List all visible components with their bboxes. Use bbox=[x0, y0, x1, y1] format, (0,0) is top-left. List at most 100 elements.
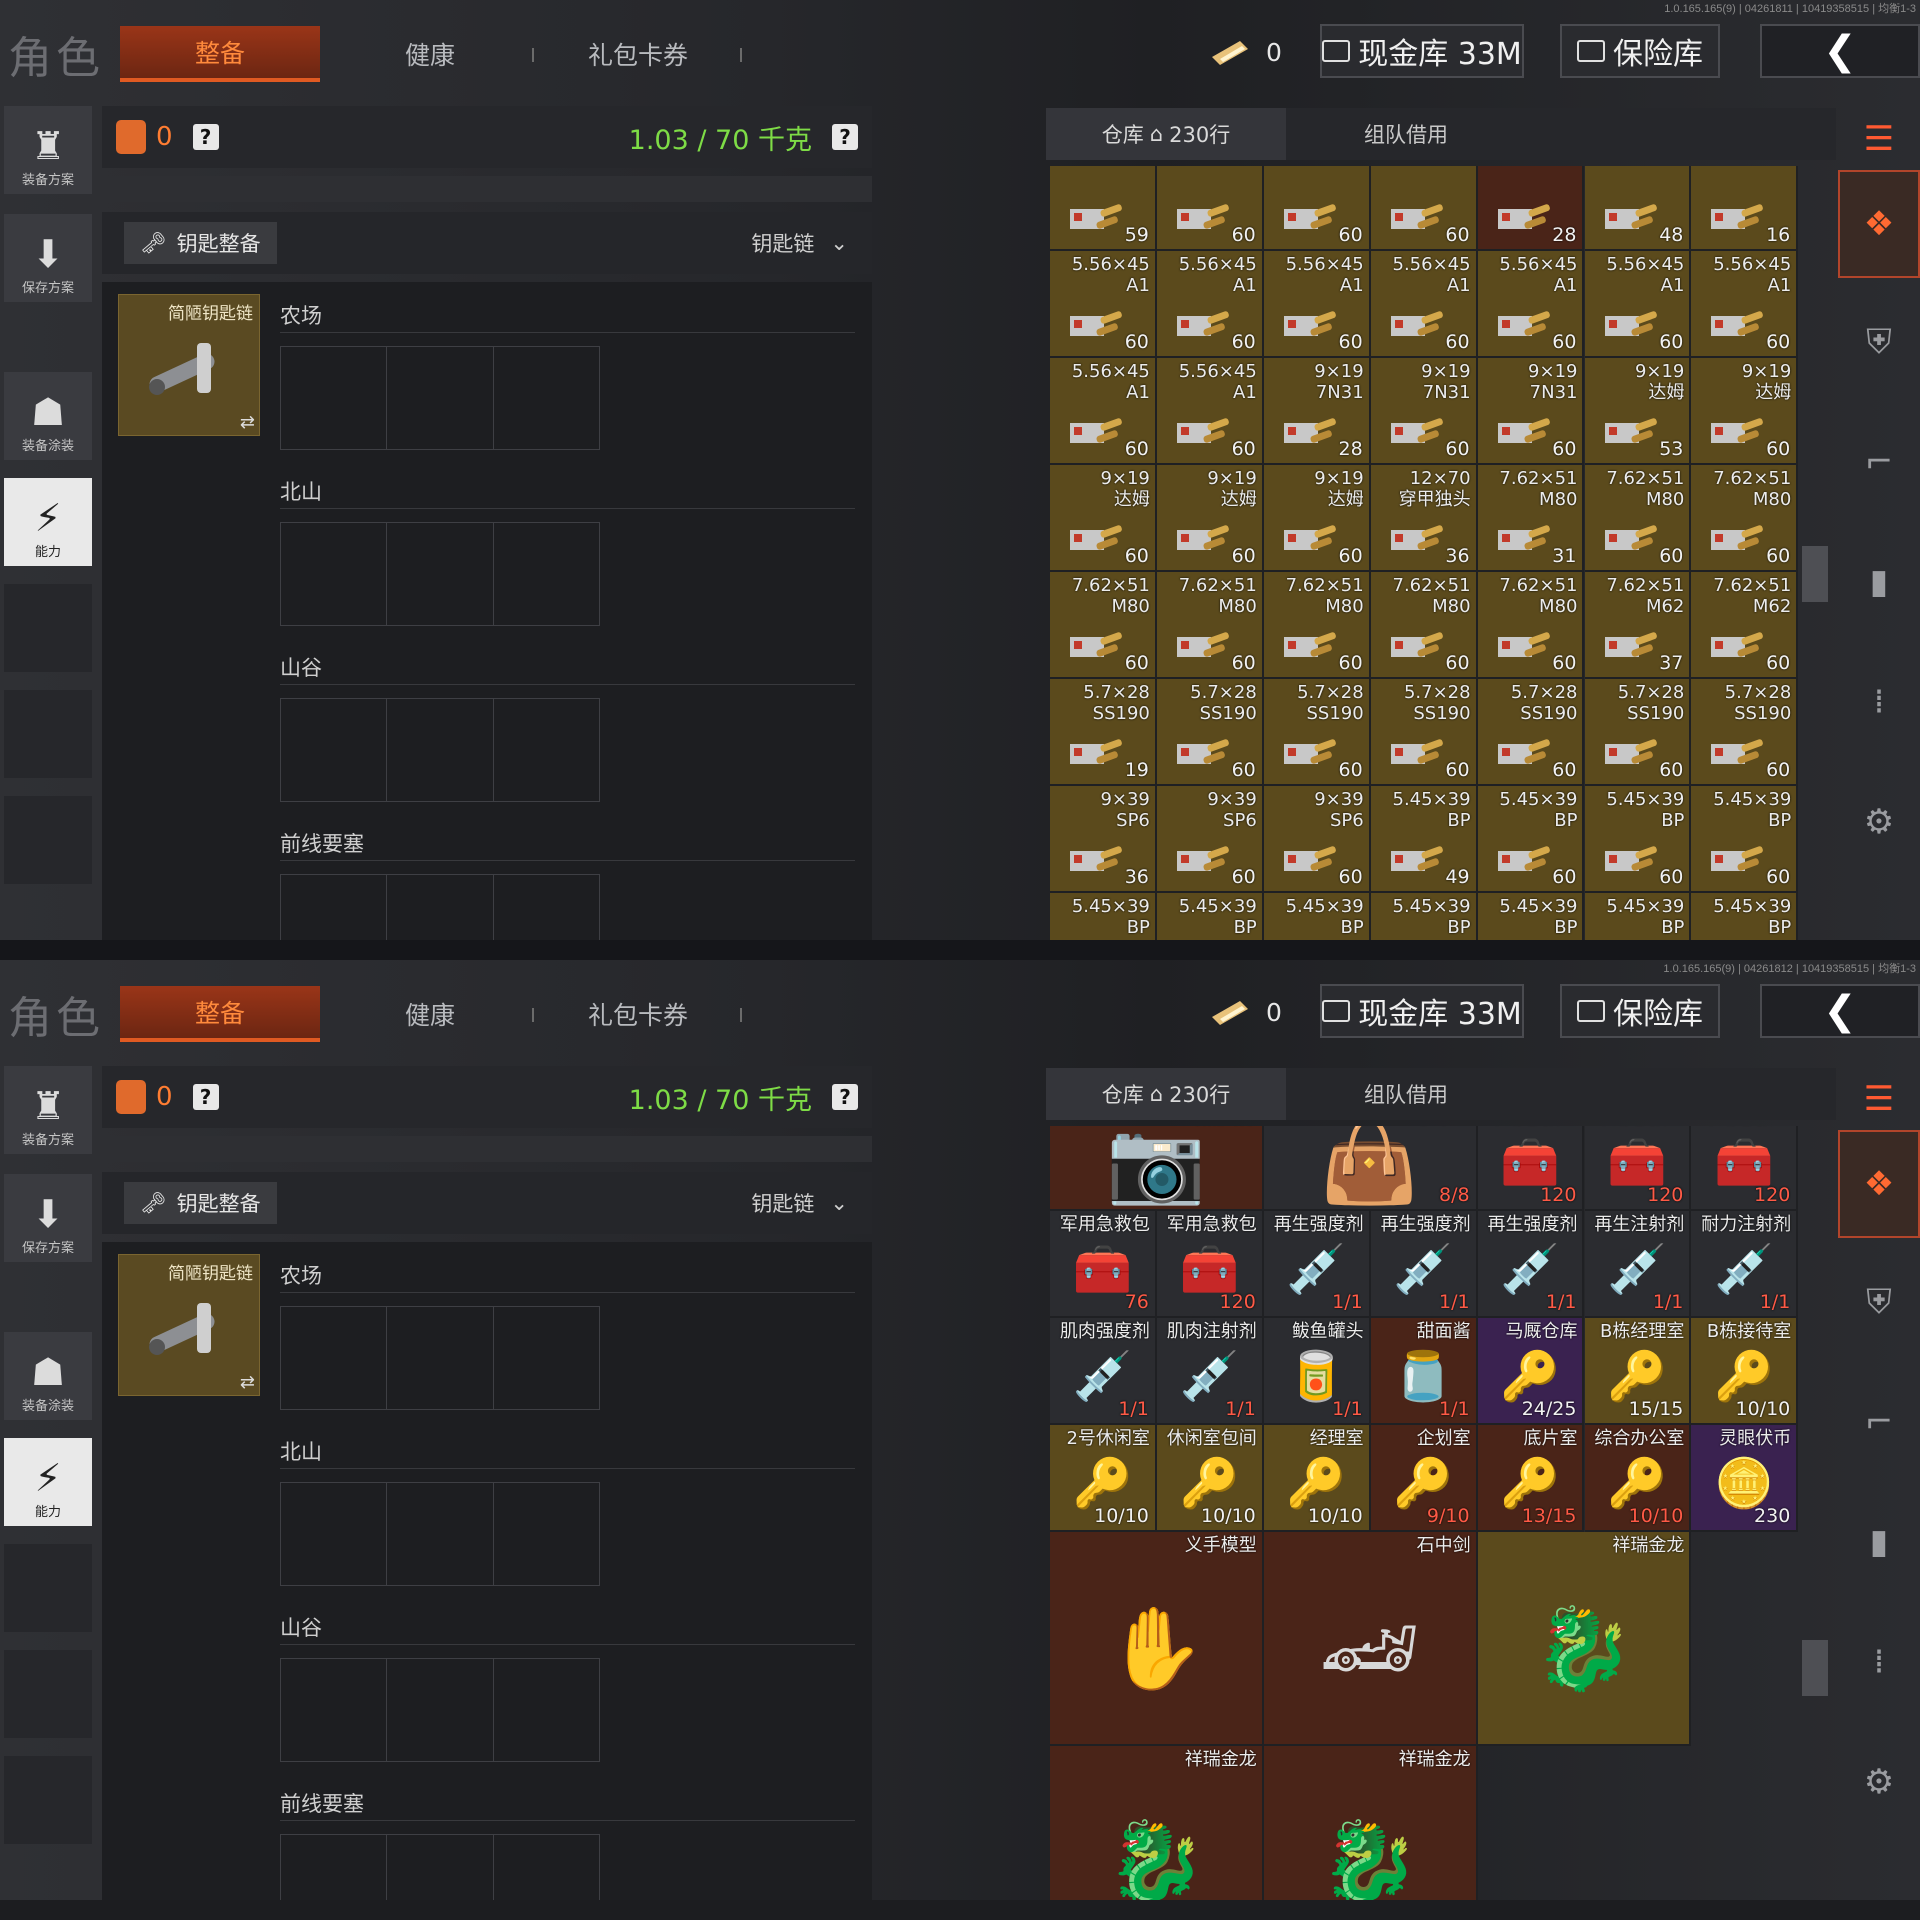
inventory-item[interactable]: 5.56×45 A1 60 bbox=[1584, 251, 1692, 358]
inventory-item[interactable]: B栋接待室 🔑 10/10 bbox=[1691, 1318, 1798, 1425]
nav-ability[interactable]: ⚡ 能力 bbox=[4, 1438, 92, 1526]
key-slot[interactable] bbox=[281, 1307, 388, 1409]
sort-icon[interactable]: ☰ bbox=[1838, 1068, 1920, 1130]
inventory-item[interactable]: 5.45×39 BP 60 bbox=[1477, 786, 1585, 893]
inventory-item[interactable]: 经理室 🔑 10/10 bbox=[1263, 1425, 1371, 1532]
help-icon[interactable]: ? bbox=[192, 1084, 219, 1110]
key-slot[interactable] bbox=[387, 1659, 494, 1761]
sort-icon[interactable]: ☰ bbox=[1838, 108, 1920, 170]
inventory-item[interactable]: 9×19 达姆 60 bbox=[1263, 465, 1371, 572]
help-icon[interactable]: ? bbox=[832, 1084, 858, 1110]
inventory-item[interactable]: 再生强度剂 💉 1/1 bbox=[1477, 1211, 1585, 1318]
inventory-item[interactable]: 7.62×51 M80 60 bbox=[1370, 572, 1478, 679]
inventory-item[interactable]: 企划室 🔑 9/10 bbox=[1370, 1425, 1478, 1532]
inventory-item[interactable]: 耐力注射剂 💉 1/1 bbox=[1691, 1211, 1798, 1318]
inventory-item[interactable]: 7.62×51 M62 60 bbox=[1691, 572, 1798, 679]
inventory-item[interactable]: 7.62×51 M80 60 bbox=[1263, 572, 1371, 679]
inventory-item[interactable]: 7.62×51 M80 60 bbox=[1050, 572, 1157, 679]
category-rifle-icon[interactable]: ⌐ bbox=[1838, 1368, 1920, 1476]
tab-warehouse[interactable]: 仓库 ⌂ 230行 bbox=[1046, 1068, 1286, 1120]
inventory-item[interactable]: A1 16 bbox=[1691, 166, 1798, 251]
inventory-item[interactable]: 甜面酱 🫙 1/1 bbox=[1370, 1318, 1478, 1425]
key-slot[interactable] bbox=[281, 875, 388, 940]
tab-gift-cards[interactable]: 礼包卡券 bbox=[538, 986, 738, 1042]
inventory-item[interactable]: 7.62×51 M80 60 bbox=[1477, 572, 1585, 679]
inventory-item[interactable]: 军用急救包 🧰120 bbox=[1691, 1126, 1798, 1211]
nav-ability[interactable]: ⚡ 能力 bbox=[4, 478, 92, 566]
key-slot[interactable] bbox=[281, 1659, 388, 1761]
inventory-item[interactable]: 5.45×39 BP bbox=[1050, 893, 1157, 940]
inventory-item[interactable]: 7.62×51 M80 31 bbox=[1477, 465, 1585, 572]
inventory-item[interactable]: 5.7×28 SS190 19 bbox=[1050, 679, 1157, 786]
inventory-item[interactable]: 军用急救包 🧰120 bbox=[1156, 1211, 1264, 1318]
inventory-item[interactable]: 7.62×51 M80 60 bbox=[1156, 572, 1264, 679]
inventory-item[interactable]: TMK手术包👜8/8 bbox=[1263, 1126, 1478, 1211]
key-slot[interactable] bbox=[387, 875, 494, 940]
inventory-item[interactable]: 5.7×28 SS190 60 bbox=[1263, 679, 1371, 786]
inventory-item[interactable]: 再生注射剂 💉 1/1 bbox=[1584, 1211, 1692, 1318]
keychain-slot[interactable]: 简陋钥匙链 ⇄ bbox=[118, 294, 260, 436]
inventory-item[interactable]: 5.56×45 A1 60 bbox=[1050, 358, 1157, 465]
back-button[interactable]: ❮ bbox=[1760, 984, 1920, 1038]
help-icon[interactable]: ? bbox=[832, 124, 858, 150]
inventory-item[interactable]: 5.45×39 BP bbox=[1156, 893, 1264, 940]
inventory-item[interactable]: 5.7×28 SS190 60 bbox=[1584, 679, 1692, 786]
inventory-item[interactable]: 2号休闲室 🔑 10/10 bbox=[1050, 1425, 1157, 1532]
inventory-item[interactable]: 9×19 7N31 28 bbox=[1263, 358, 1371, 465]
inventory-item[interactable]: 5.45×39 BP bbox=[1477, 893, 1585, 940]
inventory-item[interactable]: B栋经理室 🔑 15/15 bbox=[1584, 1318, 1692, 1425]
key-slot[interactable] bbox=[494, 523, 599, 625]
key-slot-row[interactable] bbox=[280, 346, 600, 450]
inventory-item[interactable]: 5.7×28 SS190 60 bbox=[1691, 679, 1798, 786]
inventory-item[interactable]: 9×19 达姆 60 bbox=[1156, 465, 1264, 572]
inventory-item[interactable]: 9×19 达姆 53 bbox=[1584, 358, 1692, 465]
key-slot[interactable] bbox=[281, 523, 388, 625]
inventory-item[interactable]: 12×70 穿甲独头 36 bbox=[1370, 465, 1478, 572]
category-rifle-icon[interactable]: ⌐ bbox=[1838, 408, 1920, 516]
inventory-item[interactable]: 5.56×45 A1 60 bbox=[1156, 358, 1264, 465]
inventory-item[interactable]: 休闲室包间 🔑 10/10 bbox=[1156, 1425, 1264, 1532]
inventory-item[interactable]: 再生强度剂 💉 1/1 bbox=[1263, 1211, 1371, 1318]
category-armor-icon[interactable]: ⛨ bbox=[1838, 1248, 1920, 1356]
ticket-counter[interactable]: 0 bbox=[1208, 30, 1282, 74]
help-icon[interactable]: ? bbox=[192, 124, 219, 150]
keychain-slot[interactable]: 简陋钥匙链 ⇄ bbox=[118, 1254, 260, 1396]
inventory-item[interactable]: BP 60 bbox=[1370, 166, 1478, 251]
scrollbar[interactable] bbox=[1802, 1640, 1828, 1696]
inventory-item[interactable]: 5.7×28 SS190 60 bbox=[1477, 679, 1585, 786]
inventory-item[interactable]: 9×19 7N31 60 bbox=[1477, 358, 1585, 465]
inventory-item[interactable]: 马厩仓库 🔑 24/25 bbox=[1477, 1318, 1585, 1425]
back-button[interactable]: ❮ bbox=[1760, 24, 1920, 78]
category-all-icon[interactable]: ❖ bbox=[1838, 1130, 1920, 1238]
key-slot[interactable] bbox=[494, 875, 599, 940]
swap-icon[interactable]: ⇄ bbox=[240, 1372, 255, 1393]
tab-team-borrow[interactable]: 组队借用 bbox=[1286, 108, 1526, 160]
inventory-item[interactable]: 7.62×51 M80 60 bbox=[1584, 465, 1692, 572]
inventory-item[interactable]: 祥瑞金龙 🐉 bbox=[1263, 1746, 1478, 1900]
inventory-item[interactable]: 5.56×45 A1 60 bbox=[1477, 251, 1585, 358]
tab-equipment[interactable]: 整备 bbox=[120, 986, 320, 1042]
swap-icon[interactable]: ⇄ bbox=[240, 412, 255, 433]
inventory-item[interactable]: 5.56×45 A1 60 bbox=[1691, 251, 1798, 358]
key-slot-row[interactable] bbox=[280, 1658, 600, 1762]
key-slot[interactable] bbox=[387, 1835, 494, 1900]
key-slot[interactable] bbox=[494, 1483, 599, 1585]
inventory-item[interactable]: …/热成像📷 bbox=[1050, 1126, 1264, 1211]
nav-loadout-plan[interactable]: ♜ 装备方案 bbox=[4, 1066, 92, 1154]
tab-health[interactable]: 健康 bbox=[330, 986, 530, 1042]
key-slot[interactable] bbox=[387, 1307, 494, 1409]
category-magazine-icon[interactable]: ▮ bbox=[1838, 1488, 1920, 1596]
inventory-item[interactable]: 再生强度剂 💉 1/1 bbox=[1370, 1211, 1478, 1318]
tab-gift-cards[interactable]: 礼包卡券 bbox=[538, 26, 738, 82]
scrollbar[interactable] bbox=[1802, 546, 1828, 602]
ticket-counter[interactable]: 0 bbox=[1208, 990, 1282, 1034]
key-slot[interactable] bbox=[494, 1835, 599, 1900]
inventory-item[interactable]: 9×19 达姆 60 bbox=[1691, 358, 1798, 465]
inventory-item[interactable]: 军用急救包 🧰120 bbox=[1477, 1126, 1585, 1211]
key-slot-row[interactable] bbox=[280, 1482, 600, 1586]
inventory-item[interactable]: 9×19 7N31 60 bbox=[1370, 358, 1478, 465]
inventory-item[interactable]: 底片室 🔑 13/15 bbox=[1477, 1425, 1585, 1532]
inventory-item[interactable]: 肌肉强度剂 💉 1/1 bbox=[1050, 1318, 1157, 1425]
inventory-item[interactable]: BP 59 bbox=[1050, 166, 1157, 251]
key-slot[interactable] bbox=[387, 699, 494, 801]
